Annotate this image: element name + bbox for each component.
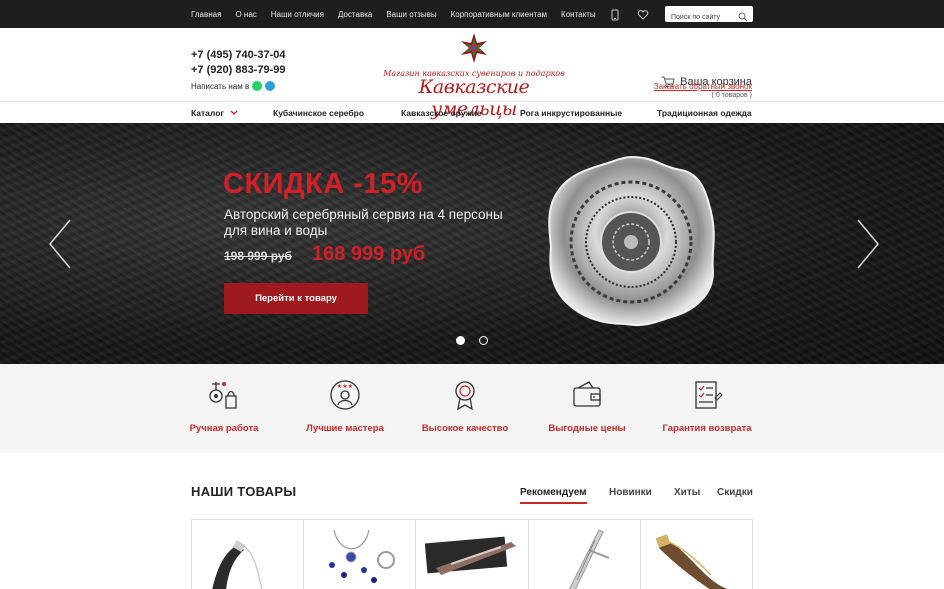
catalog-menu[interactable]: Каталог (191, 108, 238, 118)
phone-block: +7 (495) 740-37-04 +7 (920) 883-79-99 (191, 48, 285, 78)
category-clothing[interactable]: Традиционная одежда (657, 108, 752, 118)
nav-corporate[interactable]: Корпоративным клиентам (451, 10, 547, 19)
feature-quality: Высокое качество (405, 378, 525, 434)
nav-contacts[interactable]: Контакты (561, 10, 596, 19)
nav-differences[interactable]: Наши отличия (271, 10, 324, 19)
category-silver[interactable]: Кубачинское серебро (273, 108, 364, 118)
whatsapp-icon[interactable] (252, 81, 263, 91)
top-icons (609, 8, 649, 21)
features-strip: Ручная работа ★★★ Лучшие мастера Высокое… (0, 364, 944, 453)
feature-quality-label: Высокое качество (421, 423, 509, 434)
nav-delivery[interactable]: Доставка (338, 10, 372, 19)
search-icon[interactable] (738, 9, 748, 27)
search-input[interactable] (665, 9, 735, 26)
phone-1[interactable]: +7 (495) 740-37-04 (191, 48, 285, 63)
heart-icon[interactable] (637, 8, 649, 20)
quality-badge-icon (455, 381, 475, 411)
feature-handmade: Ручная работа (164, 378, 284, 434)
phone-icon[interactable] (609, 8, 621, 21)
nav-about[interactable]: О нас (235, 10, 256, 19)
write-us-label: Написать нам в (191, 81, 250, 91)
handmade-icon (209, 382, 237, 409)
wallet-icon (573, 381, 601, 407)
category-weapons[interactable]: Кавказское оружие (401, 108, 482, 118)
product-card[interactable] (529, 520, 641, 589)
catalog-label: Каталог (191, 108, 224, 118)
top-nav: Главная О нас Наши отличия Доставка Ваши… (191, 0, 610, 28)
feature-guarantee-label: Гарантия возврата (662, 423, 752, 434)
telegram-icon[interactable] (265, 81, 276, 91)
products-grid (191, 519, 753, 589)
go-to-product-button[interactable]: Перейти к товару (224, 283, 368, 314)
nav-reviews[interactable]: Ваши отзывы (386, 10, 436, 19)
callback-link[interactable]: Заказать обратный звонок (654, 82, 752, 91)
knife-image (425, 536, 517, 575)
product-card[interactable] (192, 520, 305, 589)
nav-home[interactable]: Главная (191, 10, 221, 19)
hero-subtitle: Авторский серебряный сервиз на 4 персоны… (224, 207, 503, 238)
tab-hits[interactable]: Хиты (674, 487, 700, 498)
feature-handmade-label: Ручная работа (189, 423, 259, 434)
jewelry-set-image (329, 529, 396, 583)
feature-prices-label: Выгодные цены (548, 423, 626, 434)
feature-guarantee: Гарантия возврата (647, 378, 767, 434)
tab-recommended[interactable]: Рекомендуем (520, 487, 587, 504)
slider-dots (456, 336, 488, 345)
chevron-down-icon (230, 110, 238, 115)
slider-dot-2[interactable] (479, 336, 488, 345)
messengers: Написать нам в (191, 81, 276, 91)
logo-emblem-icon (461, 33, 487, 63)
site-header: +7 (495) 740-37-04 +7 (920) 883-79-99 На… (0, 28, 944, 120)
product-card[interactable] (641, 520, 752, 589)
category-nav: Каталог Кубачинское серебро Кавказское о… (0, 102, 944, 124)
checklist-icon (695, 381, 723, 409)
category-horns[interactable]: Рога инкрустированные (520, 108, 622, 118)
silver-plate-image (548, 155, 715, 327)
svg-text:★★★: ★★★ (337, 383, 353, 390)
feature-masters: ★★★ Лучшие мастера (285, 378, 405, 434)
hero-title: СКИДКА -15% (223, 168, 424, 200)
dagger-image (568, 529, 609, 589)
tab-sale[interactable]: Скидки (717, 487, 753, 498)
tab-new[interactable]: Новинки (609, 487, 652, 498)
top-bar: Главная О нас Наши отличия Доставка Ваши… (0, 0, 944, 28)
cart-count: ( 0 товаров ) (711, 92, 752, 99)
horn-cup-image (655, 534, 728, 589)
phone-2[interactable]: +7 (920) 883-79-99 (191, 63, 285, 78)
old-price: 198 999 руб (224, 249, 292, 263)
product-card[interactable] (304, 520, 417, 589)
hero-slider: СКИДКА -15% Авторский серебряный сервиз … (0, 123, 944, 364)
feature-masters-label: Лучшие мастера (306, 423, 384, 434)
site-logo[interactable]: Магазин кавказских сувениров и подарков … (376, 33, 572, 120)
slider-next-arrow[interactable] (856, 219, 880, 274)
product-card[interactable] (416, 520, 529, 589)
feature-prices: Выгодные цены (527, 378, 647, 434)
slider-dot-1[interactable] (456, 336, 465, 345)
new-price: 168 999 руб (312, 243, 426, 265)
masters-icon: ★★★ (330, 380, 360, 410)
horn-image (212, 540, 263, 589)
products-heading: НАШИ ТОВАРЫ (191, 484, 297, 499)
slider-prev-arrow[interactable] (48, 219, 72, 274)
search-box (665, 6, 753, 26)
